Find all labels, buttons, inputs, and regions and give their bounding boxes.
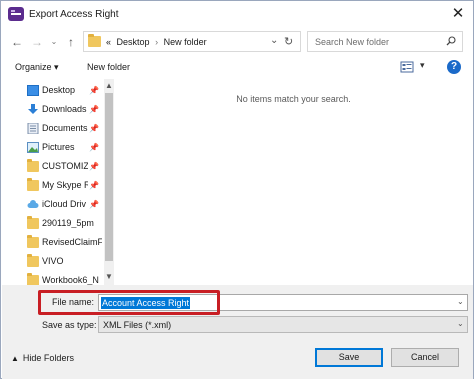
breadcrumb-item-new-folder[interactable]: New folder xyxy=(164,37,207,47)
search-icon[interactable] xyxy=(446,36,456,46)
forward-arrow-icon[interactable]: → xyxy=(30,35,44,49)
help-icon[interactable]: ? xyxy=(447,60,461,74)
nav-item-label: iCloud Driv xyxy=(42,199,87,209)
downloads-icon xyxy=(28,104,38,114)
title-bar: Export Access Right ✕ xyxy=(1,1,473,29)
pin-icon: 📌 xyxy=(89,124,99,133)
nav-item-workbook6[interactable]: Workbook6_N xyxy=(2,271,104,285)
chevron-down-icon[interactable]: ⌄ xyxy=(457,319,464,328)
nav-item-label: RevisedClaimF xyxy=(42,237,102,247)
documents-icon xyxy=(27,123,39,134)
nav-item-documents[interactable]: Documents 📌 xyxy=(2,119,104,138)
nav-item-290119-5pm[interactable]: 290119_5pm xyxy=(2,214,104,233)
pictures-icon xyxy=(27,142,39,153)
back-arrow-icon[interactable]: ← xyxy=(10,35,24,49)
search-input[interactable]: Search New folder xyxy=(307,31,463,52)
file-list[interactable]: No items match your search. xyxy=(115,79,472,285)
address-bar[interactable]: « Desktop › New folder ⌄ ↻ xyxy=(83,31,301,52)
scroll-up-icon[interactable]: ▲ xyxy=(104,81,114,91)
chevron-down-icon[interactable]: ⌄ xyxy=(457,297,464,306)
folder-icon xyxy=(27,235,39,248)
search-placeholder: Search New folder xyxy=(315,37,390,47)
save-as-type-value: XML Files (*.xml) xyxy=(103,320,172,330)
app-icon xyxy=(8,7,24,21)
folder-icon xyxy=(88,34,101,47)
folder-icon xyxy=(27,273,39,285)
view-options-icon[interactable] xyxy=(400,61,414,73)
nav-item-label: 290119_5pm xyxy=(42,218,94,228)
nav-item-downloads[interactable]: Downloads 📌 xyxy=(2,100,104,119)
folder-icon xyxy=(27,159,39,172)
navigation-pane: Desktop 📌 Downloads 📌 Documents 📌 Pictur… xyxy=(2,79,115,285)
chevron-up-icon: ▲ xyxy=(11,354,19,363)
nav-item-label: VIVO xyxy=(42,256,64,266)
up-arrow-icon[interactable]: ↑ xyxy=(64,35,78,49)
scroll-down-icon[interactable]: ▼ xyxy=(104,272,114,282)
hide-folders-label: Hide Folders xyxy=(22,353,74,363)
pin-icon: 📌 xyxy=(89,181,99,190)
breadcrumb-overflow[interactable]: « xyxy=(106,37,111,47)
save-form-panel: File name: Account Access Right ⌄ Save a… xyxy=(2,285,473,379)
breadcrumb-item-desktop[interactable]: Desktop xyxy=(114,37,150,47)
save-as-type-label: Save as type: xyxy=(42,320,97,330)
desktop-icon xyxy=(27,85,39,96)
new-folder-button[interactable]: New folder xyxy=(87,62,130,72)
folder-icon xyxy=(27,178,39,191)
pin-icon: 📌 xyxy=(89,162,99,171)
organize-menu[interactable]: Organize ▾ xyxy=(15,62,59,73)
cancel-button[interactable]: Cancel xyxy=(391,348,459,367)
nav-item-label: My Skype R xyxy=(42,180,88,190)
scrollbar-thumb[interactable] xyxy=(105,93,113,261)
nav-item-label: Desktop xyxy=(42,85,76,95)
nav-item-label: CUSTOMIZ xyxy=(42,161,88,171)
nav-item-label: Downloads xyxy=(42,104,87,114)
nav-item-customiz[interactable]: CUSTOMIZ 📌 xyxy=(2,157,104,176)
hide-folders-button[interactable]: ▲ Hide Folders xyxy=(11,353,74,363)
nav-item-label: Pictures xyxy=(42,142,75,152)
command-toolbar: Organize ▾ New folder ▾ ? xyxy=(2,57,472,79)
pin-icon: 📌 xyxy=(89,143,99,152)
icloud-icon xyxy=(27,200,39,208)
folder-icon xyxy=(27,216,39,229)
recent-locations-chevron-icon[interactable]: ⌄ xyxy=(47,35,61,49)
pin-icon: 📌 xyxy=(89,105,99,114)
nav-item-label: Workbook6_N xyxy=(42,275,99,285)
close-button[interactable]: ✕ xyxy=(445,3,471,25)
export-dialog: Export Access Right ✕ ← → ⌄ ↑ « Desktop … xyxy=(0,0,474,379)
pin-icon: 📌 xyxy=(89,200,99,209)
nav-item-revisedclaim[interactable]: RevisedClaimF xyxy=(2,233,104,252)
empty-message: No items match your search. xyxy=(236,94,351,104)
save-button[interactable]: Save xyxy=(315,348,383,367)
pin-icon: 📌 xyxy=(89,86,99,95)
nav-item-icloud-drive[interactable]: iCloud Driv 📌 xyxy=(2,195,104,214)
view-dropdown-icon[interactable]: ▾ xyxy=(420,60,425,71)
nav-scrollbar[interactable]: ▲ ▼ xyxy=(104,79,114,285)
breadcrumb-separator: › xyxy=(155,37,159,47)
nav-item-vivo[interactable]: VIVO xyxy=(2,252,104,271)
window-title: Export Access Right xyxy=(29,9,119,20)
chevron-down-icon[interactable]: ⌄ xyxy=(270,35,278,46)
save-as-type-select[interactable]: XML Files (*.xml) ⌄ xyxy=(98,316,468,333)
nav-item-label: Documents xyxy=(42,123,88,133)
refresh-icon[interactable]: ↻ xyxy=(284,35,293,48)
annotation-highlight xyxy=(38,290,220,315)
folder-icon xyxy=(27,254,39,267)
breadcrumb: « Desktop › New folder xyxy=(106,37,207,47)
nav-item-my-skype[interactable]: My Skype R 📌 xyxy=(2,176,104,195)
nav-item-pictures[interactable]: Pictures 📌 xyxy=(2,138,104,157)
nav-item-desktop[interactable]: Desktop 📌 xyxy=(2,81,104,100)
